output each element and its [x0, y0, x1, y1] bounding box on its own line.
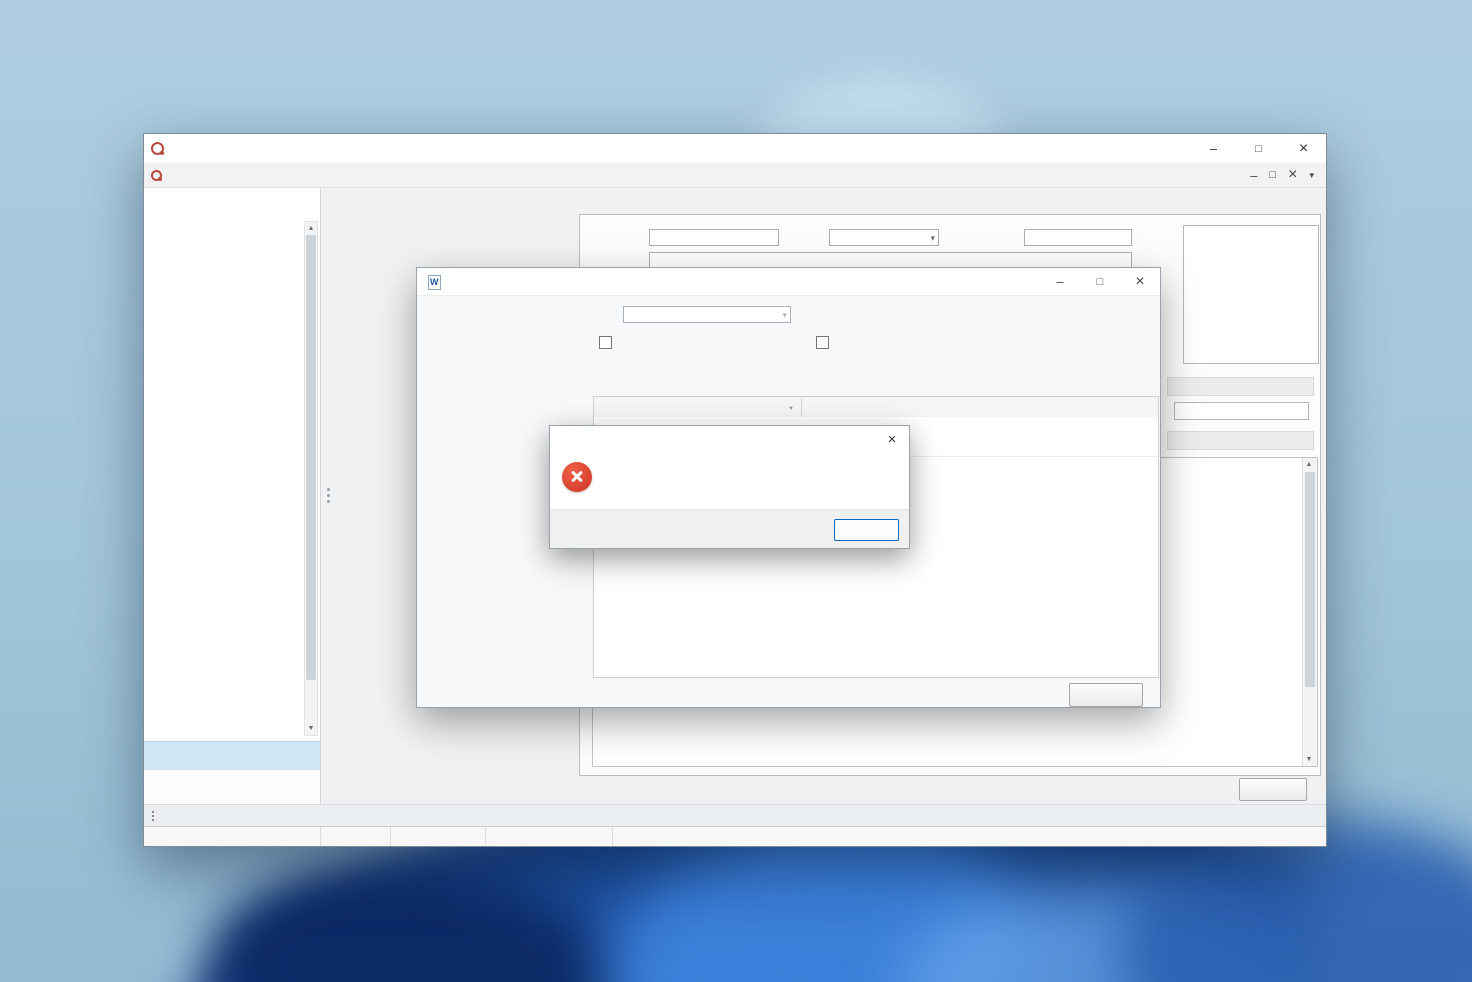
maximize-button[interactable] [1236, 134, 1281, 163]
mdi-close-icon[interactable] [1288, 166, 1297, 184]
column-header-description[interactable] [802, 397, 1158, 417]
nav-tree [152, 221, 304, 736]
status-cell [486, 827, 613, 846]
scroll-down-icon[interactable] [1303, 753, 1315, 766]
mdi-minimize-icon[interactable] [1250, 168, 1257, 183]
checkbox-icon[interactable] [816, 336, 829, 349]
close-icon[interactable] [875, 426, 909, 452]
tree-scrollbar[interactable] [304, 221, 318, 736]
error-dialog [549, 425, 910, 549]
force-display-checkbox-row[interactable] [816, 336, 835, 349]
status-cell [144, 827, 321, 846]
scroll-thumb[interactable] [1305, 472, 1315, 687]
tabbar-grip[interactable] [151, 810, 155, 821]
minimize-button[interactable] [1040, 268, 1080, 295]
status-bar [144, 826, 1326, 846]
nextgen-merge-checkbox-row[interactable] [599, 336, 618, 349]
ok-button[interactable] [834, 519, 899, 541]
desktop [0, 0, 1472, 982]
chevron-down-icon[interactable] [779, 309, 790, 321]
mdi-window-controls [1250, 166, 1314, 184]
chevron-down-icon[interactable] [927, 232, 938, 244]
close-dialog-button[interactable] [1120, 268, 1160, 295]
right-panel-bar [1167, 377, 1314, 396]
status-cell [613, 827, 1326, 846]
column-header-template-name[interactable] [594, 397, 802, 417]
close-window-button[interactable] [1281, 134, 1326, 163]
status-cell [321, 827, 391, 846]
splitter-handle[interactable] [327, 488, 330, 491]
error-titlebar[interactable] [550, 426, 909, 452]
open-windows-tabbar [144, 804, 1326, 826]
right-panel-bar [1167, 431, 1314, 450]
dialog-titlebar[interactable] [417, 268, 1160, 296]
navigation-pane [144, 188, 321, 804]
filter-icon[interactable] [788, 401, 794, 413]
template-grid-header [593, 396, 1159, 418]
mdi-child-icon[interactable] [151, 170, 162, 181]
app-logo-icon [151, 142, 164, 155]
nav-section-reports[interactable] [144, 769, 320, 801]
error-icon [562, 462, 592, 492]
nav-section-main[interactable] [144, 741, 320, 769]
error-body [550, 452, 909, 511]
scroll-thumb[interactable] [306, 235, 316, 680]
photo-upload-box[interactable] [1183, 225, 1319, 364]
scroll-up-icon[interactable] [1303, 458, 1315, 471]
menu-bar [144, 163, 1326, 188]
chevron-down-icon[interactable] [1309, 169, 1314, 181]
window-titlebar[interactable] [144, 134, 1326, 163]
account-code-input[interactable] [1024, 229, 1132, 246]
code-input[interactable] [649, 229, 779, 246]
scroll-down-icon[interactable] [305, 722, 317, 735]
status-select[interactable] [829, 229, 939, 246]
error-footer [550, 509, 909, 548]
maximize-button[interactable] [1080, 268, 1120, 295]
scroll-up-icon[interactable] [305, 222, 317, 235]
status-cell [391, 827, 486, 846]
mdi-restore-icon[interactable] [1269, 169, 1276, 181]
word-templates-icon [427, 275, 441, 289]
close-button[interactable] [1239, 778, 1307, 801]
notes-scrollbar[interactable] [1302, 458, 1317, 766]
minimize-button[interactable] [1191, 134, 1236, 163]
view-select[interactable] [623, 306, 791, 323]
checkbox-icon[interactable] [599, 336, 612, 349]
dialog-close-button[interactable] [1069, 683, 1143, 707]
right-panel-input[interactable] [1174, 402, 1309, 420]
